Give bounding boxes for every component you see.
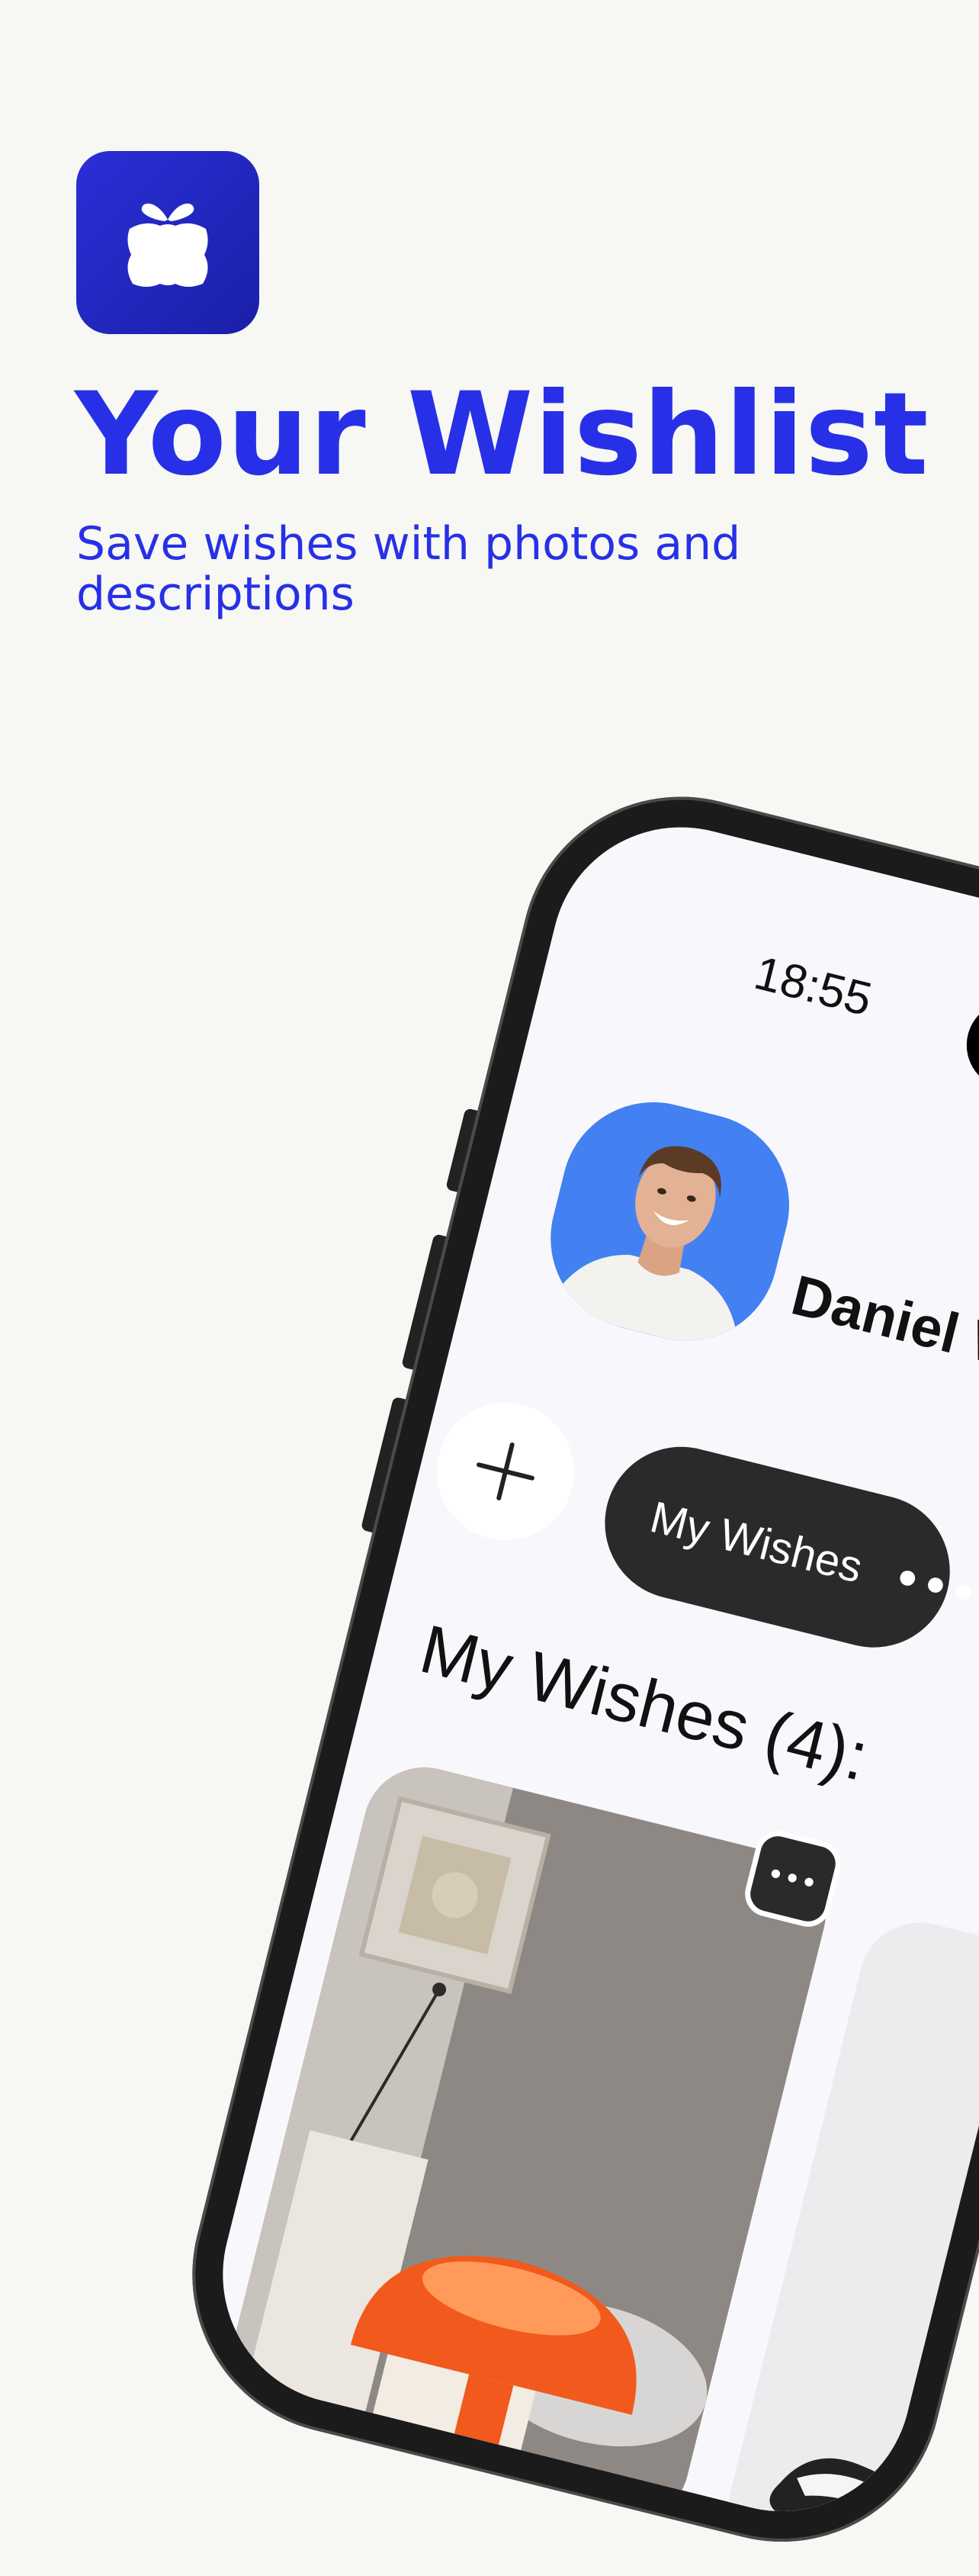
person-photo [546, 1146, 739, 1357]
phone-mockup: 18:55 Daniel We My Wishes ••• My Wishes … [158, 763, 979, 2576]
tab-my-wishes[interactable]: My Wishes ••• [589, 1430, 979, 1664]
promo-subtitle: Save wishes with photos and descriptions [76, 517, 741, 621]
add-list-button[interactable] [422, 1388, 589, 1555]
plus-icon [477, 1442, 534, 1500]
avatar[interactable] [531, 1082, 809, 1361]
promo-title: Your Wishlist [75, 368, 929, 501]
gift-icon [127, 203, 208, 287]
more-dots-icon: ••• [764, 1858, 822, 1899]
status-time: 18:55 [749, 946, 877, 1027]
more-dots-icon[interactable]: ••• [888, 1552, 979, 1622]
section-title: My Wishes (4): [412, 1610, 876, 1796]
dynamic-island [957, 992, 979, 1147]
profile-name: Daniel We [785, 1262, 979, 1390]
app-icon [76, 151, 259, 334]
tab-label: My Wishes [645, 1491, 868, 1593]
phone-screen: 18:55 Daniel We My Wishes ••• My Wishes … [195, 799, 979, 2539]
